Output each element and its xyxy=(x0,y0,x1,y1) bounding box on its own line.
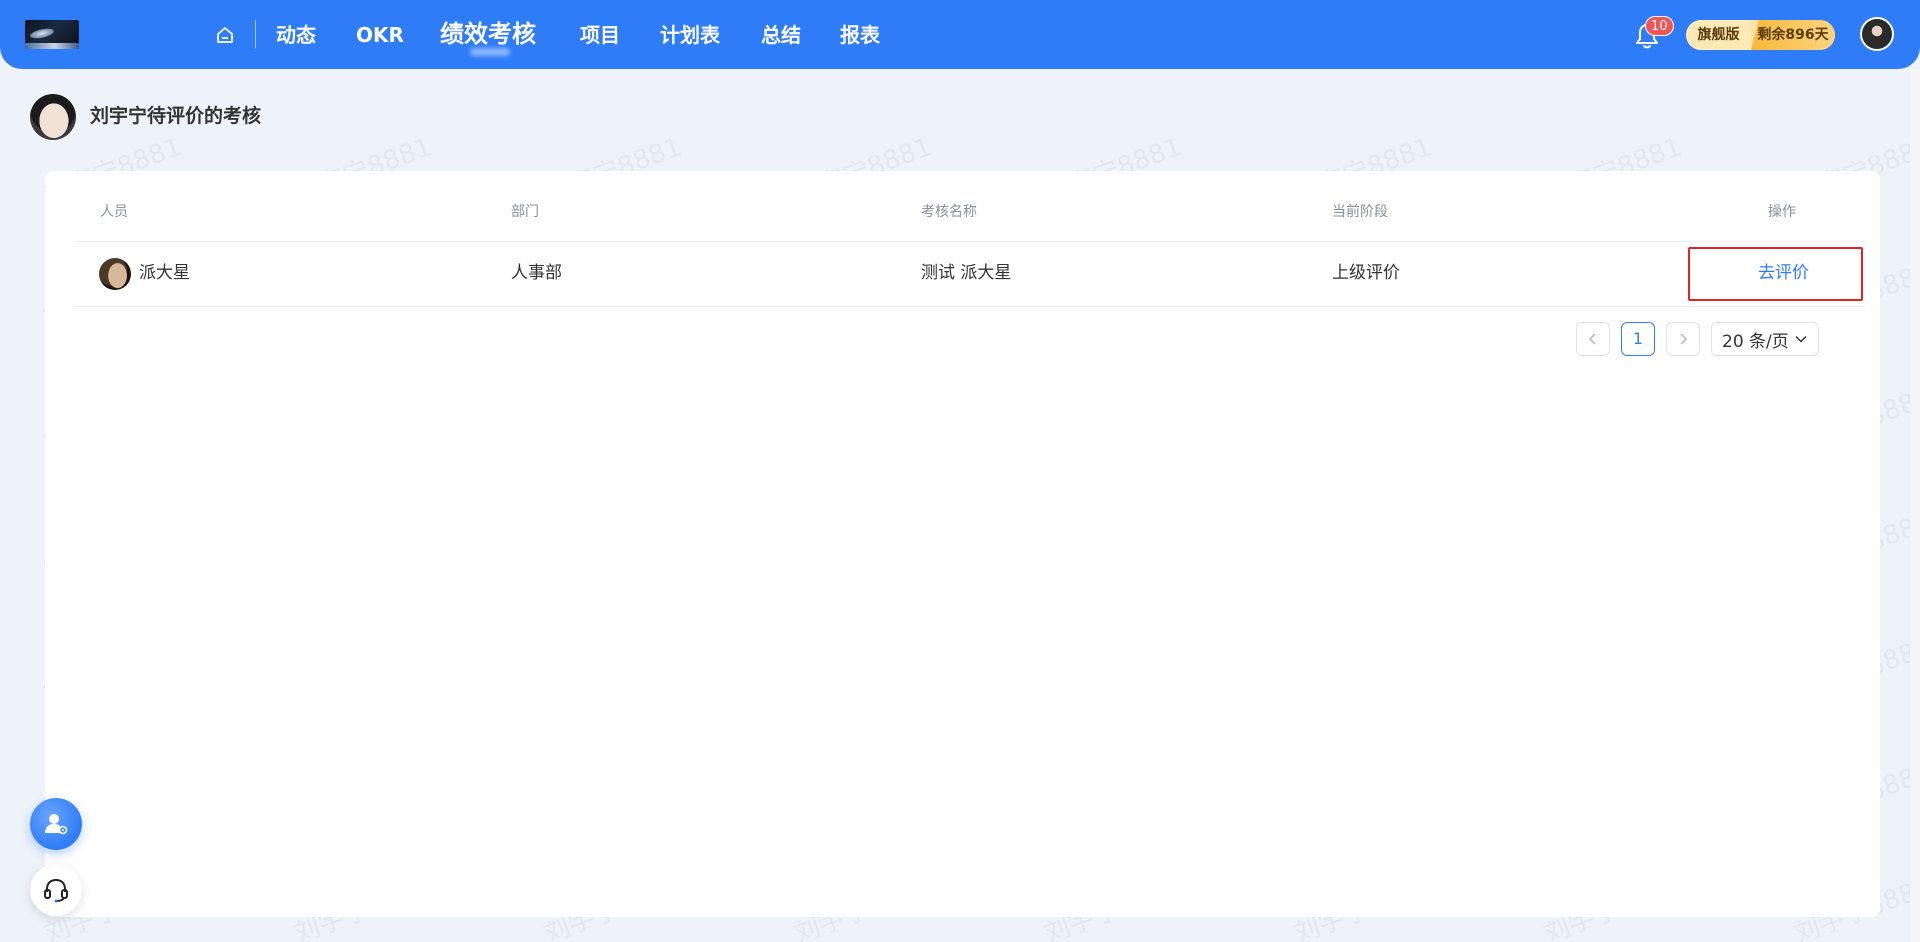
customer-service-float-button[interactable] xyxy=(30,864,82,916)
page-scrollbar[interactable] xyxy=(1910,69,1920,942)
nav-item-dynamics[interactable]: 动态 xyxy=(276,21,316,49)
cell-stage: 上级评价 xyxy=(1332,263,1400,283)
column-header-stage: 当前阶段 xyxy=(1332,204,1388,220)
nav-item-summary[interactable]: 总结 xyxy=(761,21,801,49)
nav-item-plans[interactable]: 计划表 xyxy=(660,21,720,49)
page-size-label: 20 条/页 xyxy=(1722,331,1789,352)
nav-item-projects[interactable]: 项目 xyxy=(580,21,620,49)
review-table-card: 人员 部门 考核名称 当前阶段 操作 派大星 人事部 测试 派大星 上级评价 去… xyxy=(45,171,1880,917)
next-page-button[interactable] xyxy=(1666,322,1700,356)
user-settings-float-button[interactable] xyxy=(30,798,82,850)
top-nav-bar: 动态 OKR 绩效考核 项目 计划表 总结 报表 10 旗舰版 剩余896天 xyxy=(0,0,1920,69)
plan-remaining: 剩余896天 xyxy=(1751,20,1835,50)
page-user-avatar xyxy=(30,94,76,140)
header-divider xyxy=(75,241,1865,242)
cell-review-name: 测试 派大星 xyxy=(921,263,1012,283)
nav-item-performance[interactable]: 绩效考核 xyxy=(440,18,536,50)
cell-person: 派大星 xyxy=(139,263,190,283)
user-gear-icon xyxy=(45,814,68,835)
chevron-down-icon xyxy=(1795,335,1807,343)
column-header-department: 部门 xyxy=(511,204,539,220)
column-header-person: 人员 xyxy=(100,204,128,220)
nav-active-indicator xyxy=(470,48,510,56)
go-evaluate-link[interactable]: 去评价 xyxy=(1758,261,1809,285)
nav-item-okr[interactable]: OKR xyxy=(356,21,404,49)
cell-department: 人事部 xyxy=(511,263,562,283)
user-avatar[interactable] xyxy=(1860,17,1894,51)
prev-page-button[interactable] xyxy=(1576,322,1610,356)
column-header-action: 操作 xyxy=(1768,204,1796,220)
nav-divider xyxy=(255,20,256,49)
row-divider xyxy=(75,306,1865,307)
company-logo[interactable] xyxy=(25,20,79,49)
page-title: 刘宇宁待评价的考核 xyxy=(90,105,262,127)
nav-item-reports[interactable]: 报表 xyxy=(840,21,880,49)
column-header-review-name: 考核名称 xyxy=(921,204,977,220)
headset-icon xyxy=(44,878,68,903)
page-number-1[interactable]: 1 xyxy=(1621,322,1655,356)
notification-badge: 10 xyxy=(1645,16,1674,36)
plan-label: 旗舰版 xyxy=(1686,20,1751,50)
home-icon[interactable] xyxy=(212,22,238,48)
chevron-left-icon xyxy=(1588,333,1596,345)
page-size-select[interactable]: 20 条/页 xyxy=(1711,322,1819,356)
chevron-right-icon xyxy=(1680,333,1688,345)
person-avatar xyxy=(99,258,131,290)
plan-badge[interactable]: 旗舰版 剩余896天 xyxy=(1686,20,1835,50)
